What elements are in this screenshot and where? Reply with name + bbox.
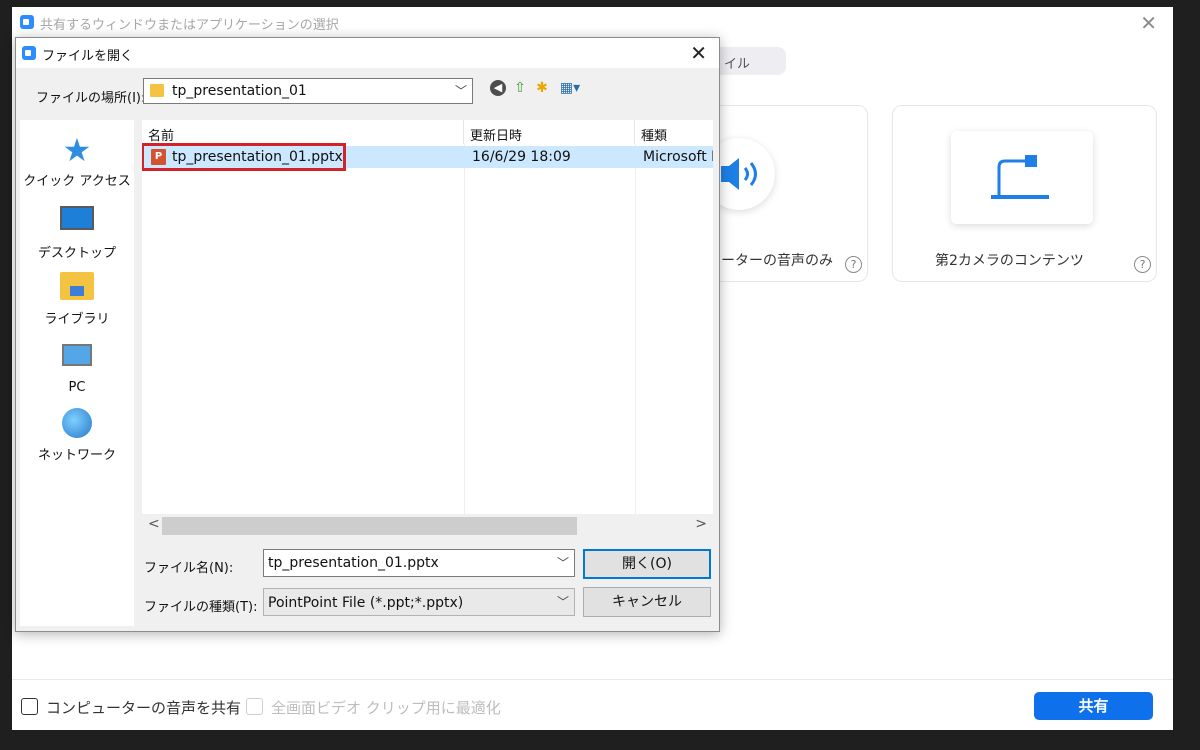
table-row[interactable]: P tp_presentation_01.pptx 16/6/29 18:09 … (142, 143, 713, 171)
file-type-cell: Microsoft P (643, 149, 713, 165)
place-label: ネットワーク (37, 448, 116, 463)
help-icon[interactable]: ? (1134, 256, 1151, 273)
powerpoint-file-icon: P (151, 149, 166, 165)
chevron-down-icon: ﹀ (556, 595, 569, 609)
new-folder-icon[interactable]: ✱ (534, 80, 550, 96)
share-computer-audio-checkbox[interactable] (21, 698, 38, 715)
column-divider (635, 144, 636, 514)
chevron-down-icon: ﹀ (454, 84, 467, 98)
place-network[interactable]: ネットワーク (20, 408, 134, 463)
up-folder-icon[interactable]: ⇧ (512, 80, 528, 96)
horizontal-scrollbar[interactable]: < > (142, 514, 713, 538)
file-date-cell: 16/6/29 18:09 (472, 149, 571, 165)
second-camera-label: 第2カメラのコンテンツ (935, 253, 1084, 269)
optimize-video-checkbox[interactable] (246, 698, 263, 715)
share-window-close-button[interactable]: ✕ (1140, 11, 1157, 35)
computer-audio-only-label: ーターの音声のみ (721, 253, 833, 269)
filename-input[interactable]: tp_presentation_01.pptx ﹀ (263, 549, 575, 577)
place-desktop[interactable]: デスクトップ (20, 202, 134, 261)
second-camera-card[interactable]: 第2カメラのコンテンツ ? (892, 105, 1157, 282)
desktop-icon (60, 206, 94, 230)
dialog-close-button[interactable]: ✕ (690, 41, 707, 65)
share-button[interactable]: 共有 (1034, 692, 1153, 720)
back-icon[interactable]: ◀ (490, 80, 506, 96)
filename-value: tp_presentation_01.pptx (268, 555, 439, 571)
place-label: クイック アクセス (23, 174, 131, 189)
open-button[interactable]: 開く(O) (583, 549, 711, 579)
share-window-titlebar: 共有するウィンドウまたはアプリケーションの選択 ✕ (12, 7, 1173, 37)
document-camera-icon (951, 131, 1093, 224)
sort-ascending-icon: ^ (300, 120, 309, 127)
place-label: ライブラリ (44, 312, 110, 327)
cancel-button[interactable]: キャンセル (583, 587, 711, 617)
column-divider (464, 144, 465, 514)
column-header-name[interactable]: 名前 ^ (142, 120, 464, 144)
chevron-down-icon[interactable]: ﹀ (557, 554, 569, 571)
place-quick-access[interactable]: ★ クイック アクセス (20, 134, 134, 189)
libraries-icon (60, 272, 94, 300)
dialog-titlebar: ファイルを開く ✕ (16, 38, 719, 68)
location-dropdown[interactable]: tp_presentation_01 ﹀ (143, 78, 473, 104)
places-bar: ★ クイック アクセス デスクトップ ライブラリ PC ネットワーク (20, 120, 134, 626)
place-label: デスクトップ (37, 246, 116, 261)
scroll-right-icon[interactable]: > (695, 516, 707, 532)
computer-audio-only-card[interactable]: ーターの音声のみ ? (703, 105, 868, 282)
place-pc[interactable]: PC (20, 340, 134, 395)
zoom-logo-icon (20, 15, 34, 29)
filename-label: ファイル名(N): (144, 561, 234, 576)
place-label: PC (68, 380, 86, 395)
folder-icon (150, 84, 164, 97)
file-open-dialog: ファイルを開く ✕ ファイルの場所(I): tp_presentation_01… (15, 37, 720, 632)
share-window-footer: コンピューターの音声を共有 全画面ビデオ クリップ用に最適化 共有 (12, 679, 1173, 730)
share-computer-audio-label: コンピューターの音声を共有 (46, 699, 242, 717)
filetype-label: ファイルの種類(T): (144, 600, 258, 615)
file-name-cell: tp_presentation_01.pptx (172, 149, 343, 165)
network-icon (62, 408, 92, 438)
scroll-left-icon[interactable]: < (148, 516, 160, 532)
zoom-logo-icon (22, 46, 36, 60)
optimize-video-label: 全画面ビデオ クリップ用に最適化 (271, 699, 501, 717)
location-label: ファイルの場所(I): (36, 91, 146, 106)
location-value: tp_presentation_01 (172, 83, 307, 99)
place-libraries[interactable]: ライブラリ (20, 270, 134, 327)
column-header-date[interactable]: 更新日時 (464, 120, 635, 144)
column-name-label: 名前 (148, 129, 175, 144)
pc-icon (62, 344, 92, 366)
filetype-value: PointPoint File (*.ppt;*.pptx) (268, 595, 464, 611)
view-menu-icon[interactable]: ▦▾ (556, 80, 584, 96)
column-header-type[interactable]: 種類 (635, 120, 713, 144)
file-list[interactable]: 名前 ^ 更新日時 種類 P tp_presentation_01.pptx 1… (142, 120, 713, 538)
filetype-select[interactable]: PointPoint File (*.ppt;*.pptx) ﹀ (263, 588, 575, 616)
help-icon[interactable]: ? (845, 256, 862, 273)
scrollbar-thumb[interactable] (162, 517, 577, 535)
quick-access-star-icon: ★ (62, 131, 92, 169)
share-window-title: 共有するウィンドウまたはアプリケーションの選択 (40, 18, 339, 33)
dialog-title: ファイルを開く (42, 49, 134, 64)
